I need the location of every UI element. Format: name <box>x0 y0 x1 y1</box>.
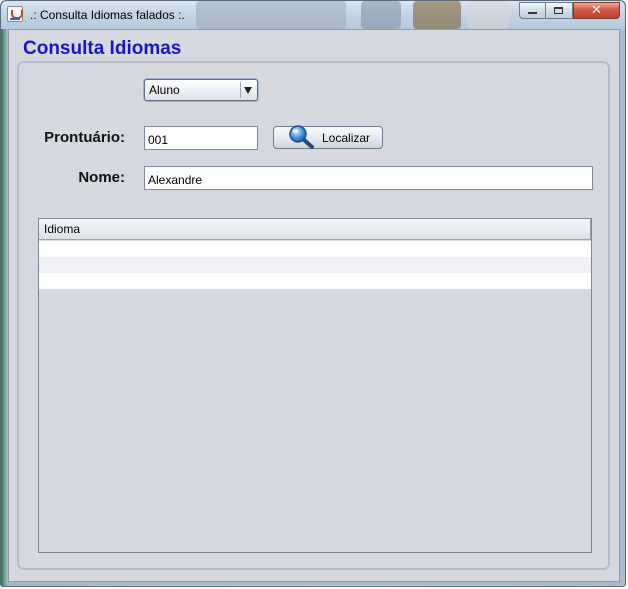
table-header: Idioma <box>39 219 591 240</box>
window-title: .: Consulta Idiomas falados :. <box>30 8 185 22</box>
prontuario-label: Prontuário: <box>44 129 125 146</box>
type-combobox[interactable]: Aluno <box>144 79 258 101</box>
close-icon: ✕ <box>591 3 602 18</box>
application-window: .: Consulta Idiomas falados :. ✕ Consult… <box>0 0 626 587</box>
nome-label: Nome: <box>78 169 125 186</box>
maximize-button[interactable] <box>546 2 573 19</box>
nome-field[interactable] <box>144 166 593 190</box>
prontuario-field[interactable] <box>144 126 258 150</box>
close-button[interactable]: ✕ <box>573 2 620 19</box>
type-combobox-value: Aluno <box>149 83 180 97</box>
table-row[interactable] <box>39 241 591 257</box>
content-panel: Consulta Idiomas Aluno Prontuário: 001 L… <box>8 29 620 582</box>
window-bottom-border <box>8 582 620 585</box>
page-title: Consulta Idiomas <box>23 38 182 59</box>
table-row[interactable] <box>39 273 591 289</box>
localizar-button-label: Localizar <box>322 131 371 145</box>
java-cup-icon[interactable] <box>7 6 23 22</box>
table-row[interactable] <box>39 257 591 273</box>
chevron-down-icon[interactable] <box>240 82 255 98</box>
idiomas-table[interactable]: Idioma <box>38 218 592 553</box>
minimize-icon <box>528 12 537 14</box>
maximize-icon <box>554 7 563 14</box>
minimize-button[interactable] <box>519 2 546 19</box>
magnifier-icon <box>289 125 314 149</box>
title-bar[interactable]: .: Consulta Idiomas falados :. ✕ <box>1 1 625 29</box>
localizar-button[interactable]: Localizar <box>273 125 383 149</box>
column-header-idioma[interactable]: Idioma <box>39 219 591 239</box>
